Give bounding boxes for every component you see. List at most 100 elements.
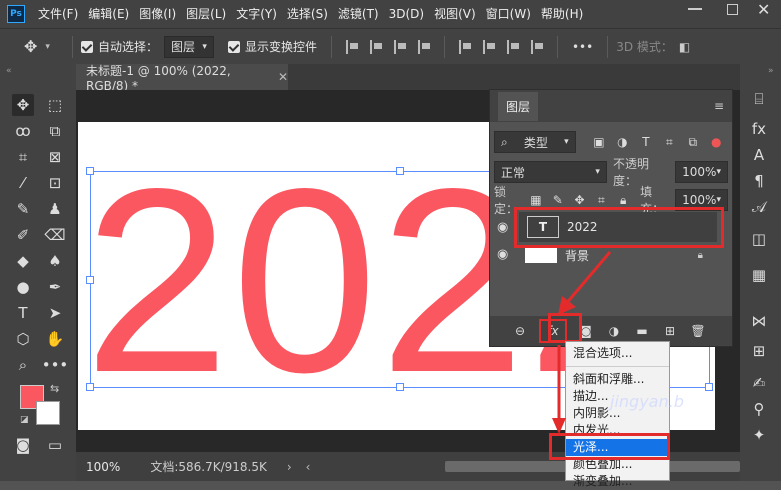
crop-tool-icon[interactable]: ⌗ xyxy=(12,146,34,168)
filter-shape-icon[interactable]: ⌗ xyxy=(662,135,677,149)
chevron-right-icon[interactable]: › xyxy=(287,460,292,474)
more-options-button[interactable]: ••• xyxy=(572,40,593,54)
lasso-tool-icon[interactable]: ꝏ xyxy=(12,120,34,142)
styles-icon[interactable]: fx xyxy=(748,118,770,140)
path-select-tool-icon[interactable]: ➤ xyxy=(44,302,66,324)
distribute-vcenter-icon[interactable] xyxy=(482,39,495,54)
delete-layer-icon[interactable]: 🗑︎ xyxy=(689,322,707,340)
menu-select[interactable]: 选择(S) xyxy=(282,0,333,28)
menu-type[interactable]: 文字(Y) xyxy=(231,0,282,28)
menu-edit[interactable]: 编辑(E) xyxy=(83,0,134,28)
properties-icon[interactable]: ✦ xyxy=(748,424,770,446)
align-hcenter-icon[interactable] xyxy=(369,39,382,54)
collapse-icon[interactable]: » xyxy=(768,66,774,76)
distribute-top-icon[interactable] xyxy=(458,39,471,54)
type-tool-icon[interactable]: T xyxy=(12,302,34,324)
visibility-eye-icon[interactable]: ◉ xyxy=(497,220,508,235)
transform-handle[interactable] xyxy=(396,383,404,391)
menu-3d[interactable]: 3D(D) xyxy=(384,0,429,28)
paths-icon[interactable]: ⋈ xyxy=(748,310,770,332)
filter-type-icon[interactable]: T xyxy=(638,135,653,149)
marquee-tool-icon[interactable]: ⬚ xyxy=(44,94,66,116)
character-icon[interactable]: A xyxy=(748,144,770,166)
new-layer-icon[interactable]: ⊞ xyxy=(661,322,679,340)
menu-view[interactable]: 视图(V) xyxy=(429,0,481,28)
zoom-level[interactable]: 100% xyxy=(86,460,120,474)
paint-bucket-tool-icon[interactable]: ◆ xyxy=(12,250,34,272)
filter-pixel-icon[interactable]: ▣ xyxy=(591,135,606,149)
lock-pixels-icon[interactable]: ✎ xyxy=(551,193,565,207)
default-colors-icon[interactable]: ◪ xyxy=(20,415,29,425)
menu-filter[interactable]: 滤镜(T) xyxy=(333,0,384,28)
more-tools-icon[interactable]: ••• xyxy=(42,354,69,376)
dodge-tool-icon[interactable]: ● xyxy=(12,276,34,298)
filter-smart-icon[interactable]: ⧉ xyxy=(685,135,700,149)
panel-menu-icon[interactable]: ≡ xyxy=(714,99,724,113)
stamp-tool-icon[interactable]: ♟ xyxy=(44,198,66,220)
paragraph-icon[interactable]: ¶ xyxy=(748,170,770,192)
glyphs-icon[interactable]: 𝒜 xyxy=(748,196,770,218)
collapse-icon[interactable]: « xyxy=(6,66,12,76)
close-icon[interactable]: ✕ xyxy=(757,0,770,19)
healing-tool-icon[interactable]: ⊡ xyxy=(44,172,66,194)
hand-tool-icon[interactable]: ✋ xyxy=(44,328,66,350)
filter-adjustment-icon[interactable]: ◑ xyxy=(615,135,630,149)
auto-select-dropdown[interactable]: 图层 ▾ xyxy=(163,35,214,58)
object-select-tool-icon[interactable]: ⧉ xyxy=(44,120,66,142)
background-color-swatch[interactable] xyxy=(36,401,60,425)
lock-transparent-icon[interactable]: ▦ xyxy=(529,193,543,207)
eyedropper-tool-icon[interactable]: ⁄ xyxy=(12,172,34,194)
layers-tab[interactable]: 图层 xyxy=(498,91,539,121)
zoom-tool-icon[interactable]: ⌕ xyxy=(12,354,34,376)
history-icon[interactable]: ⌸ xyxy=(748,88,770,110)
auto-select-checkbox[interactable] xyxy=(80,40,93,53)
transform-handle[interactable] xyxy=(86,167,94,175)
channels-icon[interactable]: ◫ xyxy=(748,228,770,250)
brushes-icon[interactable]: ✍ xyxy=(748,372,770,394)
menu-layer[interactable]: 图层(L) xyxy=(181,0,231,28)
menu-window[interactable]: 窗口(W) xyxy=(481,0,536,28)
align-right-icon[interactable] xyxy=(393,39,406,54)
transform-handle[interactable] xyxy=(86,383,94,391)
fx-menu-item[interactable]: 渐变叠加... xyxy=(566,473,669,490)
adjust-icon[interactable]: ⊞ xyxy=(748,340,770,362)
close-tab-icon[interactable]: ✕ xyxy=(278,70,288,84)
lock-artboard-icon[interactable]: ⌗ xyxy=(594,193,608,207)
quick-mask-icon[interactable]: ◙ xyxy=(12,434,34,456)
menu-image[interactable]: 图像(I) xyxy=(134,0,181,28)
swap-colors-icon[interactable]: ⇆ xyxy=(50,382,59,395)
link-layers-icon[interactable]: ⊖ xyxy=(511,322,529,340)
distribute-left-icon[interactable] xyxy=(530,39,543,54)
shape-tool-icon[interactable]: ⬡ xyxy=(12,328,34,350)
maximize-icon[interactable] xyxy=(727,4,738,15)
pen-tool-icon[interactable]: ✒ xyxy=(44,276,66,298)
blur-tool-icon[interactable]: ♠ xyxy=(44,250,66,272)
menu-help[interactable]: 帮助(H) xyxy=(536,0,588,28)
chevron-down-icon[interactable]: ▾ xyxy=(45,42,50,52)
history-brush-tool-icon[interactable]: ✐ xyxy=(12,224,34,246)
visibility-eye-icon[interactable]: ◉ xyxy=(497,247,508,262)
eraser-tool-icon[interactable]: ⌫ xyxy=(44,224,66,246)
menu-file[interactable]: 文件(F) xyxy=(33,0,83,28)
adjustments-icon[interactable]: ⚲ xyxy=(748,398,770,420)
frame-tool-icon[interactable]: ⊠ xyxy=(44,146,66,168)
3d-orbit-icon[interactable]: ◧ xyxy=(679,40,690,54)
transform-handle[interactable] xyxy=(705,383,713,391)
show-transform-checkbox[interactable] xyxy=(227,40,240,53)
align-top-icon[interactable] xyxy=(417,39,430,54)
distribute-bottom-icon[interactable] xyxy=(506,39,519,54)
screen-mode-icon[interactable]: ▭ xyxy=(44,434,66,456)
document-tab[interactable]: 未标题-1 @ 100% (2022, RGB/8) * ✕ xyxy=(76,64,288,93)
align-left-icon[interactable] xyxy=(345,39,358,54)
move-tool-icon[interactable]: ✥ xyxy=(24,37,37,56)
swatches-icon[interactable]: ▦ xyxy=(748,264,770,286)
filter-kind-dropdown[interactable]: ⌕ 类型 ▾ xyxy=(494,131,576,153)
chevron-left-icon[interactable]: ‹ xyxy=(306,460,311,474)
lock-position-icon[interactable]: ✥ xyxy=(573,193,587,207)
opacity-input[interactable]: 100% ▾ xyxy=(675,161,728,183)
brush-tool-icon[interactable]: ✎ xyxy=(12,198,34,220)
blend-mode-dropdown[interactable]: 正常 ▾ xyxy=(494,161,607,183)
filter-toggle-icon[interactable]: ● xyxy=(709,135,724,149)
transform-handle[interactable] xyxy=(396,167,404,175)
minimize-icon[interactable] xyxy=(688,8,702,10)
